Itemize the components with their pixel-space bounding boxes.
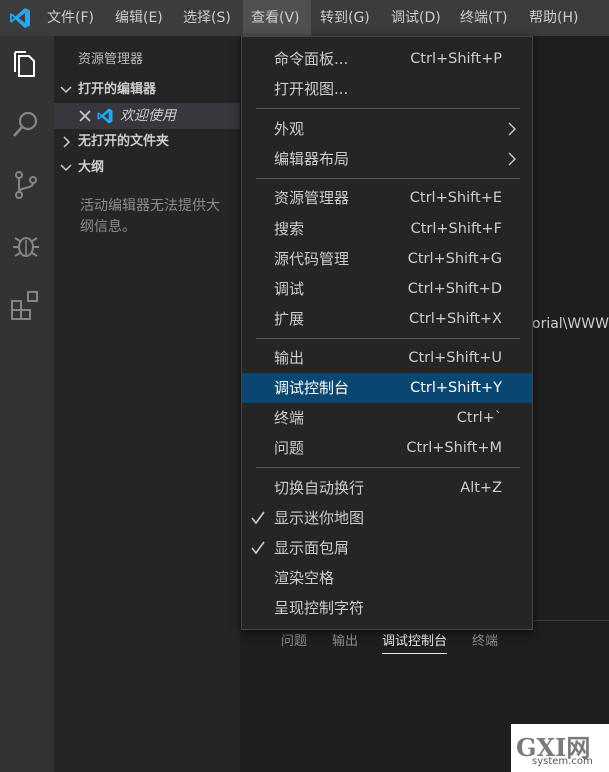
outline-message: 活动编辑器无法提供大纲信息。 xyxy=(80,198,220,235)
menu-item-shortcut: Ctrl+Shift+X xyxy=(409,311,502,327)
menu-item-shortcut: Ctrl+Shift+G xyxy=(407,251,502,267)
menu-extensions[interactable]: 扩展 Ctrl+Shift+X xyxy=(242,304,532,334)
menu-item-label: 调试控制台 xyxy=(274,379,350,397)
menu-appearance[interactable]: 外观 xyxy=(242,114,532,144)
menu-item-label: 外观 xyxy=(274,120,305,138)
section-open-editors-label: 打开的编辑器 xyxy=(78,82,157,97)
menu-toggle-word-wrap[interactable]: 切换自动换行 Alt+Z xyxy=(242,473,532,503)
menu-item-label: 打开视图... xyxy=(274,80,349,98)
editor-path-fragment: orial\WWW xyxy=(532,316,609,332)
menu-item-shortcut: Ctrl+Shift+M xyxy=(406,440,502,456)
check-icon xyxy=(251,511,265,525)
menu-item-label: 输出 xyxy=(274,349,305,367)
section-no-folder-label: 无打开的文件夹 xyxy=(78,134,170,149)
menu-terminal[interactable]: 终端(T) xyxy=(453,0,517,36)
menu-go[interactable]: 转到(G) xyxy=(313,0,379,36)
section-open-editors[interactable]: 打开的编辑器 xyxy=(54,77,240,103)
chevron-down-icon xyxy=(60,164,72,172)
menu-item-label: 命令面板... xyxy=(274,50,349,68)
panel-tab-terminal[interactable]: 终端 xyxy=(472,630,498,649)
debug-icon[interactable] xyxy=(9,228,43,262)
menu-item-label: 显示迷你地图 xyxy=(274,509,365,527)
extensions-icon[interactable] xyxy=(9,288,43,322)
menu-item-shortcut: Ctrl+Shift+Y xyxy=(410,380,502,396)
watermark-subtext: system.com xyxy=(532,756,593,767)
menu-terminal-view[interactable]: 终端 Ctrl+` xyxy=(242,403,532,433)
menu-item-shortcut: Ctrl+Shift+U xyxy=(408,350,502,366)
vscode-file-icon xyxy=(97,108,113,124)
menu-command-palette[interactable]: 命令面板... Ctrl+Shift+P xyxy=(242,44,532,74)
menu-item-shortcut: Ctrl+Shift+P xyxy=(410,51,502,67)
menu-item-label: 渲染空格 xyxy=(274,569,335,587)
search-icon[interactable] xyxy=(9,108,43,142)
chevron-right-icon xyxy=(63,136,71,148)
panel-tab-problems[interactable]: 问题 xyxy=(281,630,307,649)
menu-view[interactable]: 查看(V) xyxy=(243,0,311,36)
menu-item-label: 搜索 xyxy=(274,220,305,238)
menu-show-minimap[interactable]: 显示迷你地图 xyxy=(242,503,532,533)
activity-bar xyxy=(0,36,54,772)
section-no-folder[interactable]: 无打开的文件夹 xyxy=(54,129,240,155)
menu-item-label: 终端 xyxy=(274,409,305,427)
menu-item-shortcut: Alt+Z xyxy=(460,480,502,496)
view-menu-dropdown: 命令面板... Ctrl+Shift+P 打开视图... 外观 编辑器布局 资源… xyxy=(241,36,533,630)
menu-item-shortcut: Ctrl+Shift+D xyxy=(407,281,502,297)
menu-editor-layout[interactable]: 编辑器布局 xyxy=(242,144,532,174)
menu-item-shortcut: Ctrl+Shift+E xyxy=(409,190,502,206)
section-outline[interactable]: 大纲 xyxy=(54,155,240,181)
menu-item-label: 调试 xyxy=(274,280,305,298)
menu-help[interactable]: 帮助(H) xyxy=(522,0,588,36)
submenu-chevron-icon xyxy=(508,152,516,166)
menu-debug-view[interactable]: 调试 Ctrl+Shift+D xyxy=(242,274,532,304)
menu-show-breadcrumbs[interactable]: 显示面包屑 xyxy=(242,533,532,563)
menu-output[interactable]: 输出 Ctrl+Shift+U xyxy=(242,343,532,373)
menu-debug-console[interactable]: 调试控制台 Ctrl+Shift+Y xyxy=(242,373,532,403)
menu-separator xyxy=(256,178,520,179)
menu-problems[interactable]: 问题 Ctrl+Shift+M xyxy=(242,433,532,463)
menu-open-view[interactable]: 打开视图... xyxy=(242,74,532,104)
check-icon xyxy=(251,541,265,555)
open-editor-label: 欢迎使用 xyxy=(120,108,176,124)
sidebar-title: 资源管理器 xyxy=(78,52,144,67)
close-icon[interactable] xyxy=(78,109,92,123)
menu-source-control[interactable]: 源代码管理 Ctrl+Shift+G xyxy=(242,244,532,274)
menu-item-label: 呈现控制字符 xyxy=(274,599,365,617)
chevron-down-icon xyxy=(60,86,72,94)
menu-item-label: 扩展 xyxy=(274,310,305,328)
menu-item-shortcut: Ctrl+` xyxy=(456,410,502,426)
menu-item-shortcut: Ctrl+Shift+F xyxy=(410,221,502,237)
menu-separator xyxy=(256,338,520,339)
vscode-logo-icon xyxy=(10,8,30,28)
menu-separator xyxy=(256,467,520,468)
panel-tab-output[interactable]: 输出 xyxy=(332,630,358,649)
menu-bar: 文件(F) 编辑(E) 选择(S) 查看(V) 转到(G) 调试(D) 终端(T… xyxy=(0,0,609,36)
menu-item-label: 问题 xyxy=(274,439,305,457)
menu-selection[interactable]: 选择(S) xyxy=(176,0,240,36)
submenu-chevron-icon xyxy=(508,122,516,136)
menu-item-label: 资源管理器 xyxy=(274,189,350,207)
menu-separator xyxy=(256,108,520,109)
section-outline-label: 大纲 xyxy=(78,160,105,175)
panel-tab-debug-console[interactable]: 调试控制台 xyxy=(382,630,448,654)
open-editor-item[interactable]: 欢迎使用 xyxy=(54,103,240,129)
menu-item-label: 源代码管理 xyxy=(274,250,350,268)
source-control-icon[interactable] xyxy=(9,168,43,202)
menu-edit[interactable]: 编辑(E) xyxy=(108,0,172,36)
menu-debug[interactable]: 调试(D) xyxy=(384,0,448,36)
menu-render-control-chars[interactable]: 呈现控制字符 xyxy=(242,593,532,623)
menu-render-whitespace[interactable]: 渲染空格 xyxy=(242,563,532,593)
menu-item-label: 切换自动换行 xyxy=(274,479,365,497)
menu-item-label: 显示面包屑 xyxy=(274,539,350,557)
menu-item-label: 编辑器布局 xyxy=(274,150,350,168)
menu-search[interactable]: 搜索 Ctrl+Shift+F xyxy=(242,214,532,244)
files-icon[interactable] xyxy=(9,48,43,82)
menu-file[interactable]: 文件(F) xyxy=(40,0,104,36)
menu-explorer[interactable]: 资源管理器 Ctrl+Shift+E xyxy=(242,183,532,213)
